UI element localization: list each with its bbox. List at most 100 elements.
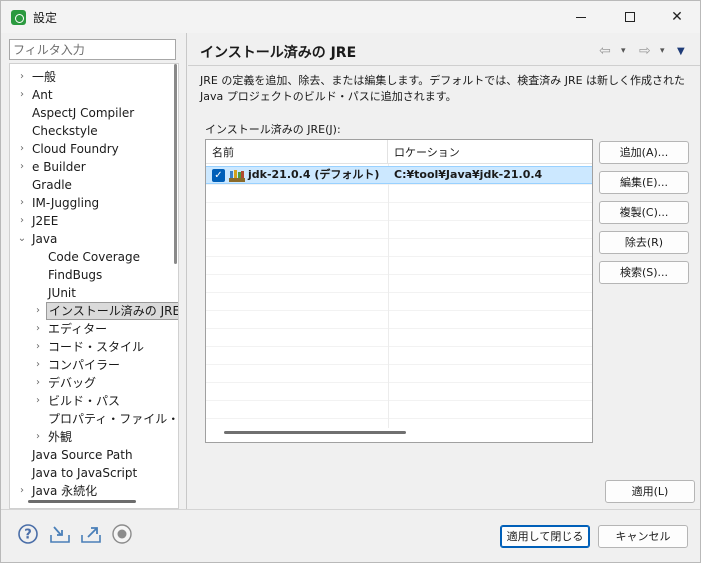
close-button[interactable]: ✕ <box>654 1 700 33</box>
sidebar-item-label: ビルド・パス <box>48 394 121 408</box>
panel-divider[interactable] <box>186 33 187 509</box>
checkbox-checked-icon[interactable]: ✓ <box>212 169 225 182</box>
grid-line <box>206 238 592 239</box>
forward-arrow-icon[interactable]: ⇨ <box>639 43 651 59</box>
page-title: インストール済みの JRE <box>200 45 357 61</box>
chevron-right-icon[interactable]: › <box>32 302 44 320</box>
column-header-location[interactable]: ロケーション <box>388 140 592 164</box>
back-arrow-icon[interactable]: ⇦ <box>599 43 611 59</box>
footer-separator <box>1 509 700 510</box>
minimize-icon <box>576 16 586 18</box>
eclipse-app-icon <box>11 10 26 25</box>
minimize-button[interactable] <box>558 1 604 33</box>
sidebar-item-label: インストール済みの JRE <box>46 302 178 320</box>
installed-jre-label: インストール済みの JRE(J): <box>205 123 341 136</box>
table-horizontal-scrollbar[interactable] <box>224 431 406 434</box>
chevron-right-icon[interactable]: › <box>16 86 28 104</box>
sidebar-item-label: プロパティ・ファイル・エディター <box>48 412 179 426</box>
sidebar-item-label: JUnit <box>48 286 76 300</box>
sidebar-item-label: デバッグ <box>48 376 97 390</box>
sidebar-item-label: Cloud Foundry <box>32 142 119 156</box>
chevron-right-icon[interactable]: › <box>32 374 44 392</box>
sidebar-item-label: Java <box>32 232 58 246</box>
cancel-button[interactable]: キャンセル <box>598 525 688 548</box>
remove-button[interactable]: 除去(R) <box>599 231 689 254</box>
sidebar-item-label: IM-Juggling <box>32 196 100 210</box>
column-header-name[interactable]: 名前 <box>206 140 388 164</box>
chevron-right-icon[interactable]: › <box>16 194 28 212</box>
header-separator <box>188 65 700 66</box>
apply-button[interactable]: 適用(L) <box>605 480 695 503</box>
maximize-button[interactable] <box>607 1 653 33</box>
grid-line <box>206 256 592 257</box>
table-row[interactable]: ✓ jdk-21.0.4 (デフォルト) C:¥tool¥Java¥jdk-21… <box>206 166 592 184</box>
sidebar-item-label: J2EE <box>32 214 59 228</box>
chevron-right-icon[interactable]: › <box>16 68 28 86</box>
grid-line <box>206 382 592 383</box>
grid-line <box>206 418 592 419</box>
maximize-icon <box>625 12 635 22</box>
sidebar-item-label: Ant <box>32 88 53 102</box>
apply-and-close-button[interactable]: 適用して閉じる <box>500 525 590 548</box>
forward-dropdown-icon[interactable]: ▾ <box>660 46 665 56</box>
grid-line <box>206 310 592 311</box>
add-button[interactable]: 追加(A)... <box>599 141 689 164</box>
grid-line <box>206 328 592 329</box>
grid-line <box>206 364 592 365</box>
back-dropdown-icon[interactable]: ▾ <box>621 46 626 56</box>
grid-line <box>206 346 592 347</box>
sidebar-item-label: Java to JavaScript <box>32 466 138 480</box>
chevron-right-icon[interactable]: › <box>16 212 28 230</box>
preference-tree[interactable]: › 一般 › Ant AspectJ Compiler Checkstyle › Cloud … <box>9 63 179 509</box>
page-description: JRE の定義を追加、除去、または編集します。デフォルトでは、検査済み JRE … <box>200 74 686 103</box>
table-header: 名前 ロケーション <box>206 140 592 164</box>
record-icon[interactable] <box>111 523 133 545</box>
chevron-right-icon[interactable]: › <box>32 356 44 374</box>
duplicate-button[interactable]: 複製(C)... <box>599 201 689 224</box>
tree-horizontal-scrollbar[interactable] <box>28 500 136 503</box>
chevron-right-icon[interactable]: › <box>32 320 44 338</box>
view-menu-icon[interactable]: ▼ <box>677 46 685 57</box>
sidebar-item-label: Java 永続化 <box>32 484 98 498</box>
chevron-right-icon[interactable]: › <box>16 140 28 158</box>
jre-name-cell: jdk-21.0.4 (デフォルト) <box>248 168 380 181</box>
grid-line <box>206 274 592 275</box>
sidebar-item-label: 一般 <box>32 70 57 84</box>
chevron-right-icon[interactable]: › <box>32 392 44 410</box>
grid-line <box>206 220 592 221</box>
filter-input[interactable] <box>9 39 176 60</box>
edit-button[interactable]: 編集(E)... <box>599 171 689 194</box>
chevron-right-icon[interactable]: › <box>16 482 28 500</box>
export-icon[interactable] <box>80 523 102 545</box>
sidebar-item-label: Gradle <box>32 178 72 192</box>
search-button[interactable]: 検索(S)... <box>599 261 689 284</box>
chevron-right-icon[interactable]: › <box>32 338 44 356</box>
sidebar-item-label: Checkstyle <box>32 124 98 138</box>
help-icon[interactable]: ? <box>17 523 39 545</box>
jre-location-cell: C:¥tool¥Java¥jdk-21.0.4 <box>394 168 543 181</box>
tree-vertical-scrollbar[interactable] <box>174 64 177 264</box>
sidebar-item-label: コード・スタイル <box>48 340 145 354</box>
jre-library-icon <box>229 170 245 182</box>
sidebar-item-label: エディター <box>48 322 108 336</box>
chevron-right-icon[interactable]: › <box>16 158 28 176</box>
column-divider <box>388 164 389 428</box>
grid-line <box>206 400 592 401</box>
sidebar-item-label: e Builder <box>32 160 86 174</box>
sidebar-item-label: FindBugs <box>48 268 103 282</box>
grid-line <box>206 292 592 293</box>
chevron-right-icon[interactable]: › <box>32 428 44 446</box>
jre-table[interactable]: 名前 ロケーション ✓ jdk-21.0.4 (デフォルト) C:¥tool¥J… <box>205 139 593 443</box>
sidebar-item-label: AspectJ Compiler <box>32 106 135 120</box>
sidebar-item-label: コンパイラー <box>48 358 121 372</box>
sidebar-item-label: Java Source Path <box>32 448 133 462</box>
sidebar-item-label: Code Coverage <box>48 250 141 264</box>
chevron-down-icon[interactable]: ⌄ <box>16 230 28 248</box>
import-icon[interactable] <box>49 523 71 545</box>
